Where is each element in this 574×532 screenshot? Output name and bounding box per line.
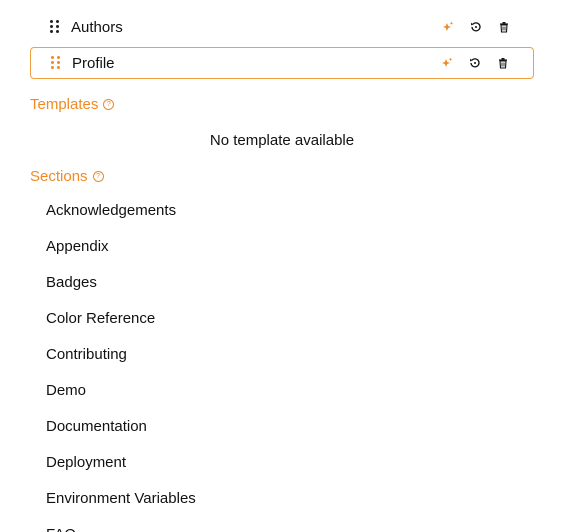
section-item-faq[interactable]: FAQ bbox=[46, 517, 196, 532]
sparkle-icon[interactable] bbox=[440, 19, 456, 35]
section-item-appendix[interactable]: Appendix bbox=[46, 229, 196, 265]
section-item-documentation[interactable]: Documentation bbox=[46, 409, 196, 445]
help-circle-icon[interactable]: ? bbox=[103, 99, 115, 110]
sections-heading: Sections ? bbox=[30, 168, 104, 185]
section-item-environment-variables[interactable]: Environment Variables bbox=[46, 481, 196, 517]
section-item-badges[interactable]: Badges bbox=[46, 265, 196, 301]
readme-editor-panel: Authors Profile Templates ? No template … bbox=[0, 0, 574, 532]
reset-icon[interactable] bbox=[467, 55, 483, 71]
section-item-color-reference[interactable]: Color Reference bbox=[46, 301, 196, 337]
reset-icon[interactable] bbox=[468, 19, 484, 35]
row-actions bbox=[439, 55, 511, 71]
section-item-acknowledgements[interactable]: Acknowledgements bbox=[46, 193, 196, 229]
selected-section-profile[interactable]: Profile bbox=[30, 47, 534, 79]
selected-section-authors[interactable]: Authors bbox=[30, 11, 534, 43]
section-label: Authors bbox=[71, 18, 123, 36]
section-item-demo[interactable]: Demo bbox=[46, 373, 196, 409]
section-item-deployment[interactable]: Deployment bbox=[46, 445, 196, 481]
sections-heading-label: Sections bbox=[30, 168, 88, 185]
trash-icon[interactable] bbox=[495, 55, 511, 71]
drag-handle-icon[interactable] bbox=[51, 56, 63, 70]
help-circle-icon[interactable]: ? bbox=[92, 171, 104, 182]
drag-handle-icon[interactable] bbox=[50, 20, 62, 34]
available-sections-list: Acknowledgements Appendix Badges Color R… bbox=[46, 193, 196, 532]
section-item-contributing[interactable]: Contributing bbox=[46, 337, 196, 373]
trash-icon[interactable] bbox=[496, 19, 512, 35]
section-label: Profile bbox=[72, 54, 115, 72]
sparkle-icon[interactable] bbox=[439, 55, 455, 71]
templates-heading-label: Templates bbox=[30, 96, 99, 113]
templates-empty-message: No template available bbox=[209, 132, 355, 149]
templates-heading: Templates ? bbox=[30, 96, 115, 113]
row-actions bbox=[440, 19, 512, 35]
